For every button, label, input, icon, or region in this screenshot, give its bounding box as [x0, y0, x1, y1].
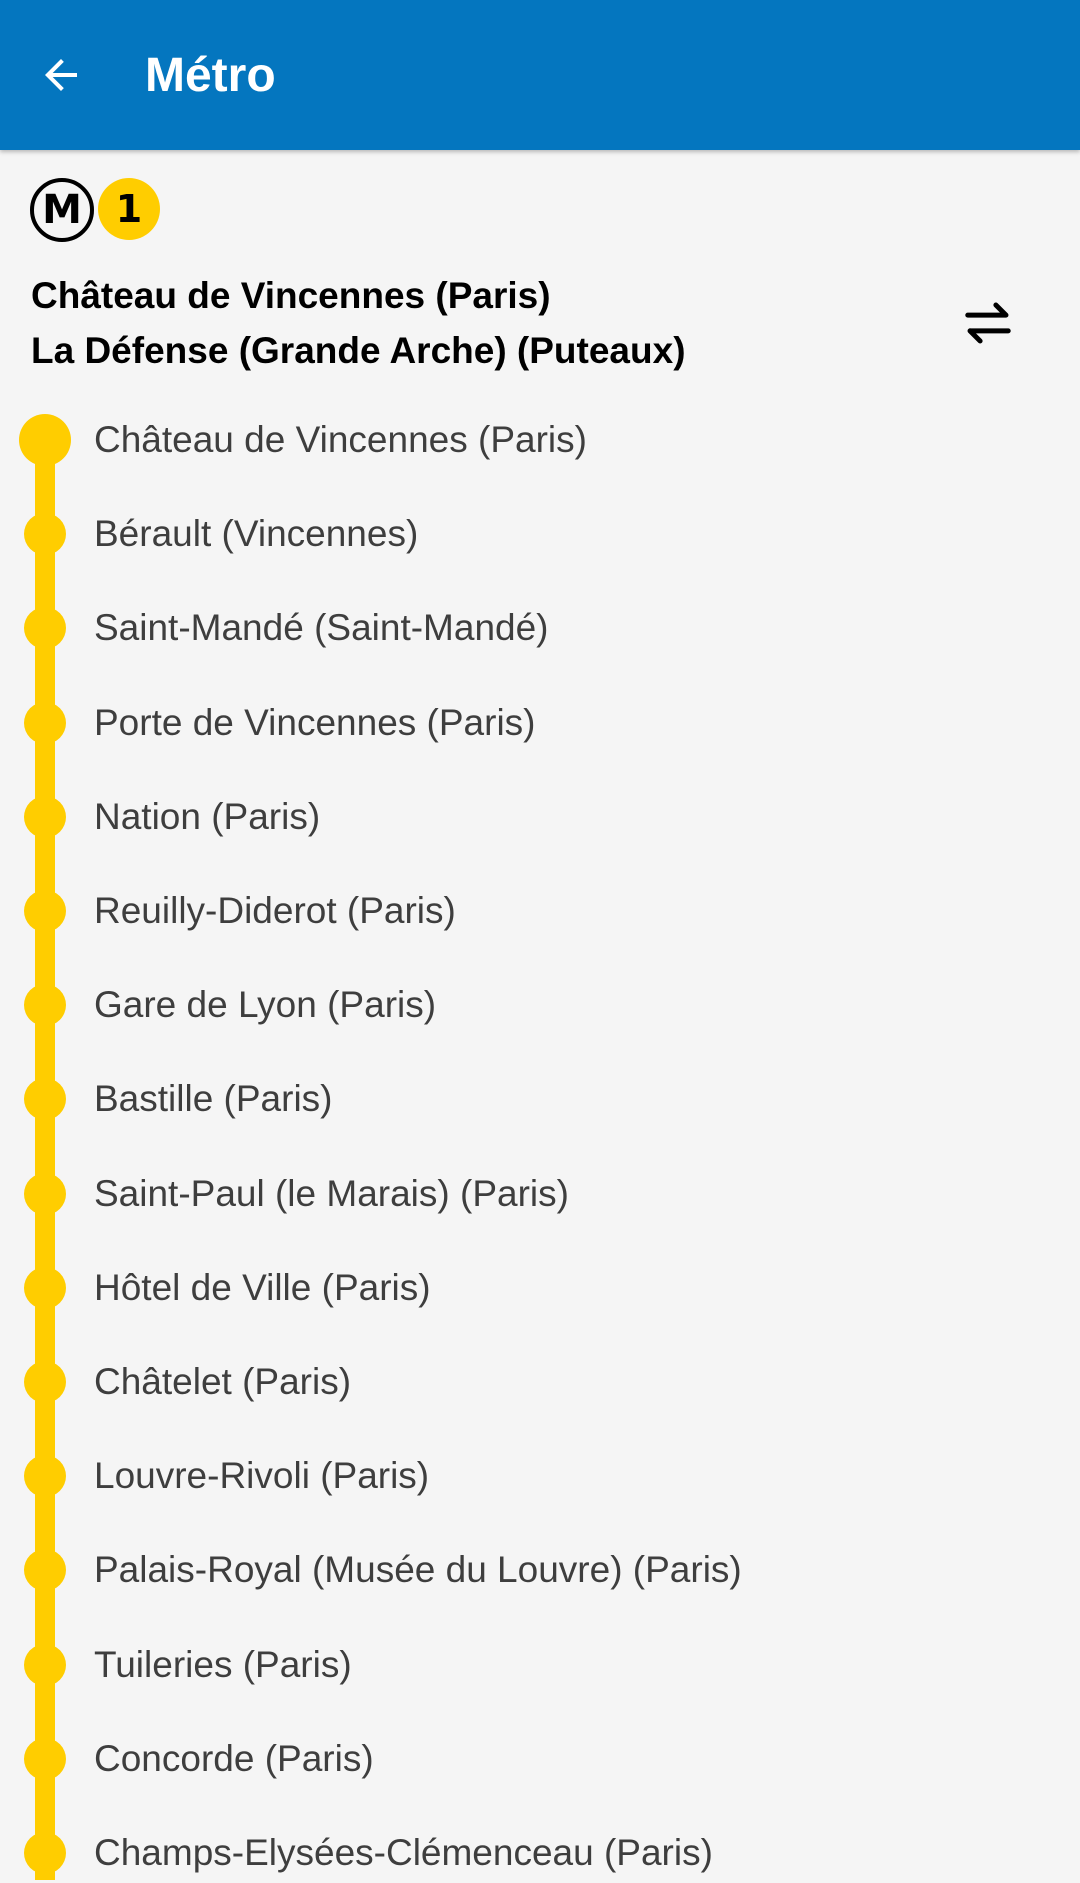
stop-dot [24, 701, 66, 744]
stop-item[interactable]: Reuilly-Diderot (Paris) [94, 881, 456, 941]
stop-dot [24, 1832, 66, 1874]
stop-item[interactable]: Bérault (Vincennes) [94, 504, 418, 564]
stop-dot [24, 890, 66, 932]
stop-dot [24, 795, 66, 838]
line-badges: M 1 [30, 178, 160, 242]
back-button[interactable] [18, 32, 104, 118]
stop-dot [24, 984, 66, 1027]
stop-dot [24, 1266, 66, 1309]
stop-item[interactable]: Palais-Royal (Musée du Louvre) (Paris) [94, 1540, 742, 1600]
stop-dot [24, 607, 66, 650]
stop-dot [19, 414, 71, 466]
stop-dot [24, 1455, 66, 1498]
arrow-left-icon [45, 59, 77, 91]
direction-from: Château de Vincennes (Paris) [31, 275, 551, 316]
stop-item[interactable]: Hôtel de Ville (Paris) [94, 1258, 431, 1318]
metro-logo-icon: M [30, 178, 94, 242]
stop-dot [24, 1737, 66, 1780]
swap-direction-button[interactable] [950, 285, 1026, 361]
stop-dot [24, 1549, 66, 1592]
stop-item[interactable]: Tuileries (Paris) [94, 1635, 352, 1695]
line-number-badge: 1 [98, 178, 160, 240]
stop-item[interactable]: Château de Vincennes (Paris) [94, 410, 587, 470]
stop-item[interactable]: Châtelet (Paris) [94, 1352, 351, 1412]
stop-dot [24, 1643, 66, 1686]
stop-item[interactable]: Concorde (Paris) [94, 1729, 374, 1789]
stop-dot [24, 513, 66, 556]
stop-item[interactable]: Nation (Paris) [94, 787, 320, 847]
stop-item[interactable]: Saint-Paul (le Marais) (Paris) [94, 1164, 569, 1224]
app-bar: Métro [0, 0, 1080, 150]
stop-item[interactable]: Champs-Elysées-Clémenceau (Paris) [94, 1823, 713, 1883]
stop-item[interactable]: Gare de Lyon (Paris) [94, 975, 436, 1035]
stop-item[interactable]: Porte de Vincennes (Paris) [94, 693, 536, 753]
stop-item[interactable]: Louvre-Rivoli (Paris) [94, 1446, 429, 1506]
stop-dot [24, 1078, 66, 1121]
stop-item[interactable]: Bastille (Paris) [94, 1069, 333, 1129]
stop-dot [24, 1361, 66, 1403]
stop-item[interactable]: Saint-Mandé (Saint-Mandé) [94, 598, 549, 658]
direction-header: Château de Vincennes (Paris) La Défense … [31, 268, 686, 378]
stop-dot [24, 1172, 66, 1215]
swap-direction-icon [965, 302, 1011, 344]
direction-to: La Défense (Grande Arche) (Puteaux) [31, 330, 686, 371]
page-title: Métro [145, 49, 276, 102]
